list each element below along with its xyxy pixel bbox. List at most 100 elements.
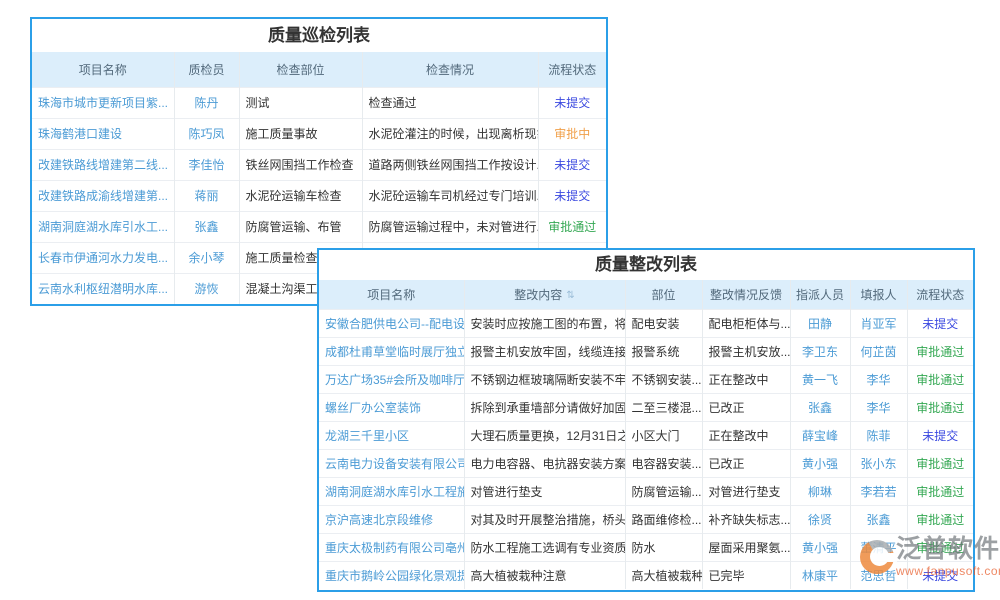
rectify-part: 电容器安装... — [625, 449, 702, 477]
rectify-part-text: 小区大门 — [632, 429, 680, 443]
project-name-link-text[interactable]: 珠海市城市更新项目紫... — [38, 96, 168, 110]
project-name-link: 湖南洞庭湖水库引水工程施工标 — [319, 477, 464, 505]
inspector-name-text[interactable]: 张鑫 — [194, 220, 218, 234]
reporter-name-text[interactable]: 何芷茵 — [860, 345, 896, 359]
project-name-link-text[interactable]: 重庆市鹅岭公园绿化景观提升... — [325, 569, 464, 583]
inspection-part: 铁丝网围挡工作检查 — [239, 149, 362, 180]
inspection-part-text: 施工质量事故 — [246, 127, 318, 141]
project-name-link-text[interactable]: 云南电力设备安装有限公司20... — [325, 457, 464, 471]
inspector-name-text[interactable]: 陈丹 — [194, 96, 218, 110]
inspection-part-text: 水泥砼运输车检查 — [246, 189, 342, 203]
reporter-name: 张鑫 — [850, 505, 907, 533]
project-name-link-text[interactable]: 万达广场35#会所及咖啡厅空... — [325, 373, 464, 387]
project-name-link: 珠海市城市更新项目紫... — [32, 87, 174, 118]
column-header-label: 流程状态 — [916, 288, 964, 302]
table-row: 改建铁路线增建第二线...李佳怡铁丝网围挡工作检查道路两侧铁丝网围挡工作按设计.… — [32, 149, 606, 180]
workflow-status-text: 审批通过 — [916, 457, 964, 471]
assignee-name-text[interactable]: 李卫东 — [802, 345, 838, 359]
reporter-name-text[interactable]: 李若若 — [860, 485, 896, 499]
reporter-name-text[interactable]: 陈菲 — [866, 429, 890, 443]
rectify-part-text: 不锈钢安装... — [632, 373, 702, 387]
inspection-table-title: 质量巡检列表 — [32, 19, 606, 52]
reporter-name-text[interactable]: 肖亚军 — [860, 317, 896, 331]
assignee-name-text[interactable]: 林康平 — [802, 569, 838, 583]
project-name-link-text[interactable]: 改建铁路成渝线增建第... — [38, 189, 168, 203]
inspector-name-text[interactable]: 李佳怡 — [188, 158, 224, 172]
project-name-link-text[interactable]: 长春市伊通河水力发电... — [38, 251, 168, 265]
workflow-status: 未提交 — [538, 87, 606, 118]
assignee-name-text[interactable]: 田静 — [808, 317, 832, 331]
project-name-link-text[interactable]: 改建铁路线增建第二线... — [38, 158, 168, 172]
reporter-name-text[interactable]: 李华 — [866, 373, 890, 387]
rectify-part-text: 防水 — [632, 541, 656, 555]
assignee-name-text[interactable]: 黄小强 — [802, 457, 838, 471]
assignee-name-text[interactable]: 柳琳 — [808, 485, 832, 499]
rectify-feedback: 已改正 — [702, 393, 790, 421]
col-rectify-content[interactable]: 整改内容⇅ — [464, 280, 625, 309]
col-inspection-part: 检查部位 — [239, 52, 362, 87]
reporter-name-text[interactable]: 张小东 — [860, 457, 896, 471]
assignee-name-text[interactable]: 薛宝峰 — [802, 429, 838, 443]
rectify-part-text: 高大植被栽种 — [632, 569, 703, 583]
workflow-status: 审批通过 — [907, 337, 973, 365]
reporter-name-text[interactable]: 张鑫 — [866, 513, 890, 527]
reporter-name: 何芷茵 — [850, 337, 907, 365]
reporter-name-text[interactable]: 李华 — [866, 401, 890, 415]
workflow-status: 未提交 — [907, 421, 973, 449]
inspection-part-text: 防腐管运输、布管 — [246, 220, 342, 234]
project-name-link-text[interactable]: 重庆太极制药有限公司亳州中... — [325, 541, 464, 555]
reporter-name: 李华 — [850, 365, 907, 393]
assignee-name: 黄小强 — [790, 449, 850, 477]
inspector-name-text[interactable]: 陈巧凤 — [188, 127, 224, 141]
reporter-name: 张小东 — [850, 449, 907, 477]
inspection-part-text: 施工质量检查 — [246, 251, 318, 265]
rectify-part: 高大植被栽种 — [625, 561, 702, 589]
rectify-content: 安装时应按施工图的布置，将... — [464, 309, 625, 337]
inspection-part: 测试 — [239, 87, 362, 118]
rectify-part-text: 配电安装 — [632, 317, 680, 331]
rectify-content-text: 对其及时开展整治措施，桥头... — [471, 513, 626, 527]
workflow-status-text: 审批通过 — [916, 513, 964, 527]
project-name-link-text[interactable]: 湖南洞庭湖水库引水工... — [38, 220, 168, 234]
col-project-name: 项目名称 — [32, 52, 174, 87]
project-name-link: 重庆太极制药有限公司亳州中... — [319, 533, 464, 561]
assignee-name-text[interactable]: 黄一飞 — [802, 373, 838, 387]
assignee-name: 张鑫 — [790, 393, 850, 421]
sort-icon[interactable]: ⇅ — [566, 290, 574, 301]
rectify-table-title: 质量整改列表 — [319, 250, 973, 280]
watermark-brand: 泛普软件 — [896, 534, 1000, 564]
project-name-link-text[interactable]: 珠海鹤港口建设 — [38, 127, 122, 141]
column-header-label: 部位 — [651, 288, 675, 302]
inspector-name-text[interactable]: 余小琴 — [188, 251, 224, 265]
rectify-content: 高大植被栽种注意 — [464, 561, 625, 589]
project-name-link-text[interactable]: 湖南洞庭湖水库引水工程施工标 — [325, 485, 464, 499]
project-name-link-text[interactable]: 京沪高速北京段维修 — [325, 513, 433, 527]
rectify-part: 小区大门 — [625, 421, 702, 449]
workflow-status-text: 审批通过 — [548, 220, 596, 234]
table-row: 珠海鹤港口建设陈巧凤施工质量事故水泥砼灌注的时候，出现离析现象审批中 — [32, 118, 606, 149]
table-row: 云南电力设备安装有限公司20...电力电容器、电抗器安装方案,...电容器安装.… — [319, 449, 973, 477]
assignee-name-text[interactable]: 张鑫 — [808, 401, 832, 415]
assignee-name-text[interactable]: 黄小强 — [802, 541, 838, 555]
project-name-link-text[interactable]: 云南水利枢纽潜明水库... — [38, 282, 168, 296]
rectify-feedback-text: 配电柜柜体与... — [709, 317, 791, 331]
rectify-feedback-text: 正在整改中 — [709, 373, 769, 387]
inspector-name-text[interactable]: 蒋丽 — [194, 189, 218, 203]
inspection-detail-text: 检查通过 — [369, 96, 417, 110]
inspector-name-text[interactable]: 游恢 — [194, 282, 218, 296]
inspector-name: 游恢 — [174, 273, 239, 304]
assignee-name: 李卫东 — [790, 337, 850, 365]
inspection-detail-text: 防腐管运输过程中，未对管进行... — [369, 220, 539, 234]
project-name-link-text[interactable]: 龙湖三千里小区 — [325, 429, 409, 443]
inspector-name: 蒋丽 — [174, 180, 239, 211]
rectify-part: 路面维修检... — [625, 505, 702, 533]
project-name-link-text[interactable]: 安徽合肥供电公司--配电设备... — [325, 317, 464, 331]
rectify-feedback: 已改正 — [702, 449, 790, 477]
assignee-name-text[interactable]: 徐贤 — [808, 513, 832, 527]
col-reporter: 填报人 — [850, 280, 907, 309]
workflow-status: 审批通过 — [907, 365, 973, 393]
project-name-link-text[interactable]: 螺丝厂办公室装饰 — [325, 401, 421, 415]
rectify-part-text: 防腐管运输... — [632, 485, 702, 499]
project-name-link-text[interactable]: 成都杜甫草堂临时展厅独立展... — [325, 345, 464, 359]
project-name-link: 京沪高速北京段维修 — [319, 505, 464, 533]
